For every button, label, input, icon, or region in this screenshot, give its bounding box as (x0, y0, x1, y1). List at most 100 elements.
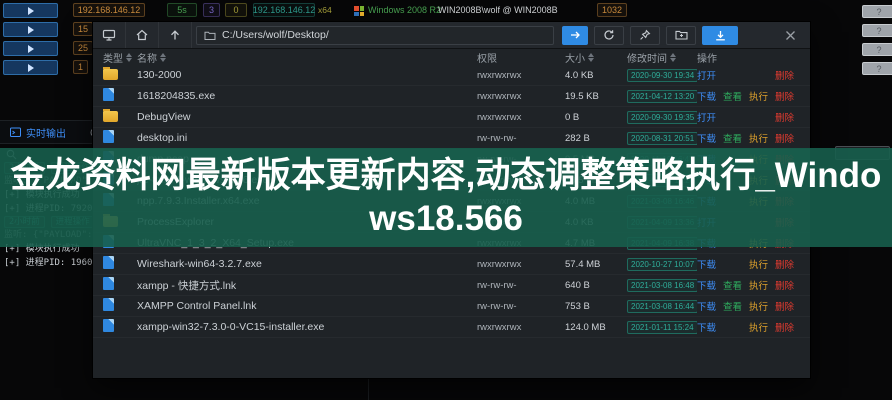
host-ip-chip: 15 (73, 22, 93, 36)
delete-action[interactable]: 删除 (775, 278, 801, 292)
table-row[interactable]: 1618204835.exerwxrwxrwx19.5 KB2021-04-12… (93, 86, 810, 107)
download-action[interactable]: 下载 (697, 257, 723, 271)
host-query-button[interactable]: ? (862, 62, 892, 75)
delete-action[interactable]: 删除 (775, 320, 801, 334)
table-row[interactable]: xampp - 快捷方式.lnkrw-rw-rw-640 B2021-03-08… (93, 275, 810, 296)
lan-ip-chip: 192.168.146.12 (253, 3, 315, 17)
run-host-button[interactable] (3, 41, 58, 56)
up-directory-button[interactable] (159, 22, 192, 48)
play-icon (28, 26, 34, 34)
play-icon (28, 64, 34, 72)
open-action[interactable]: 打开 (697, 110, 723, 124)
refresh-button[interactable] (594, 26, 624, 45)
desktop-button[interactable] (93, 22, 126, 48)
modified-cell: 2021-01-11 15:24 (627, 321, 697, 334)
play-icon (28, 45, 34, 53)
download-action[interactable]: 下载 (697, 320, 723, 334)
execute-action[interactable]: 执行 (749, 257, 775, 271)
home-button[interactable] (126, 22, 159, 48)
refresh-icon (603, 29, 615, 41)
modified-time-chip: 2020-08-31 20:51 (627, 132, 697, 145)
file-size: 282 B (565, 133, 627, 144)
modified-cell: 2020-08-31 20:51 (627, 132, 697, 145)
view-action[interactable]: 查看 (723, 131, 749, 145)
file-name: xampp - 快捷方式.lnk (137, 278, 477, 293)
execute-action[interactable]: 执行 (749, 320, 775, 334)
empty-action-slot (749, 110, 775, 124)
path-input[interactable]: C:/Users/wolf/Desktop/ (196, 26, 554, 45)
file-permissions: rwxrwxrwx (477, 112, 565, 123)
file-name: XAMPP Control Panel.lnk (137, 300, 477, 312)
arrow-right-go-icon (569, 29, 581, 41)
modified-cell: 2020-10-27 10:07 (627, 258, 697, 271)
file-permissions: rwxrwxrwx (477, 322, 565, 333)
delete-action[interactable]: 删除 (775, 299, 801, 313)
delete-action[interactable]: 删除 (775, 257, 801, 271)
execute-action[interactable]: 执行 (749, 89, 775, 103)
modified-cell: 2021-03-08 16:48 (627, 279, 697, 292)
host-query-button[interactable]: ? (862, 5, 892, 18)
host-ip-chip: 1 (73, 60, 88, 74)
file-size: 640 B (565, 280, 627, 291)
file-name: 1618204835.exe (137, 90, 477, 102)
sort-icon[interactable] (588, 53, 594, 62)
download-action[interactable]: 下载 (697, 299, 723, 313)
file-permissions: rw-rw-rw- (477, 133, 565, 144)
host-query-button[interactable]: ? (862, 43, 892, 56)
execute-action[interactable]: 执行 (749, 278, 775, 292)
pin-button[interactable] (630, 26, 660, 45)
download-action[interactable]: 下载 (697, 278, 723, 292)
view-action[interactable]: 查看 (723, 299, 749, 313)
modified-time-chip: 2020-10-27 10:07 (627, 258, 697, 271)
table-row[interactable]: Wireshark-win64-3.2.7.exerwxrwxrwx57.4 M… (93, 254, 810, 275)
modified-cell: 2020-09-30 19:35 (627, 111, 697, 124)
run-host-button[interactable] (3, 60, 58, 75)
file-name: Wireshark-win64-3.2.7.exe (137, 258, 477, 270)
table-row[interactable]: xampp-win32-7.3.0-0-VC15-installer.exerw… (93, 317, 810, 338)
arch-label: x64 (318, 5, 332, 15)
navigate-button[interactable] (562, 26, 588, 45)
new-folder-button[interactable] (666, 26, 696, 45)
delete-action[interactable]: 删除 (775, 131, 801, 145)
sort-icon[interactable] (160, 53, 166, 62)
modified-time-chip: 2021-01-11 15:24 (627, 321, 697, 334)
sort-icon[interactable] (670, 53, 676, 62)
tab-live-output[interactable]: 实时输出 (0, 121, 76, 143)
file-size: 0 B (565, 112, 627, 123)
header-permissions: 权限 (477, 50, 565, 65)
delete-action[interactable]: 删除 (775, 89, 801, 103)
run-host-button[interactable] (3, 3, 58, 18)
file-name: DebugView (137, 111, 477, 123)
table-row[interactable]: DebugViewrwxrwxrwx0 B2020-09-30 19:35打开 删… (93, 107, 810, 128)
delete-action[interactable]: 删除 (775, 68, 801, 82)
header-size[interactable]: 大小 (565, 50, 627, 65)
header-name[interactable]: 名称 (137, 50, 477, 65)
table-row[interactable]: 130-2000rwxrwxrwx4.0 KB2020-09-30 19:34打… (93, 65, 810, 86)
table-row[interactable]: XAMPP Control Panel.lnkrw-rw-rw-753 B202… (93, 296, 810, 317)
file-permissions: rwxrwxrwx (477, 70, 565, 81)
monitor-icon (102, 28, 116, 42)
download-action[interactable]: 下载 (697, 89, 723, 103)
execute-action[interactable]: 执行 (749, 299, 775, 313)
sort-icon[interactable] (126, 53, 132, 62)
header-type[interactable]: 类型 (103, 50, 137, 65)
file-name: desktop.ini (137, 132, 477, 144)
actions-cell: 下载 执行删除 (697, 320, 810, 334)
host-row: 192.168.146.12 5s 3 0 192.168.146.12 x64… (0, 2, 892, 21)
header-modified[interactable]: 修改时间 (627, 50, 697, 65)
run-host-button[interactable] (3, 22, 58, 37)
modified-cell: 2020-09-30 19:34 (627, 69, 697, 82)
type-cell (103, 109, 137, 125)
view-action[interactable]: 查看 (723, 278, 749, 292)
actions-cell: 下载查看执行删除 (697, 89, 810, 103)
host-query-button[interactable]: ? (862, 24, 892, 37)
download-action[interactable]: 下载 (697, 131, 723, 145)
table-row[interactable]: desktop.inirw-rw-rw-282 B2020-08-31 20:5… (93, 128, 810, 149)
open-action[interactable]: 打开 (697, 68, 723, 82)
delete-action[interactable]: 删除 (775, 110, 801, 124)
close-dialog-button[interactable] (785, 30, 796, 41)
view-action[interactable]: 查看 (723, 89, 749, 103)
file-permissions: rw-rw-rw- (477, 301, 565, 312)
execute-action[interactable]: 执行 (749, 131, 775, 145)
upload-button[interactable] (702, 26, 738, 45)
